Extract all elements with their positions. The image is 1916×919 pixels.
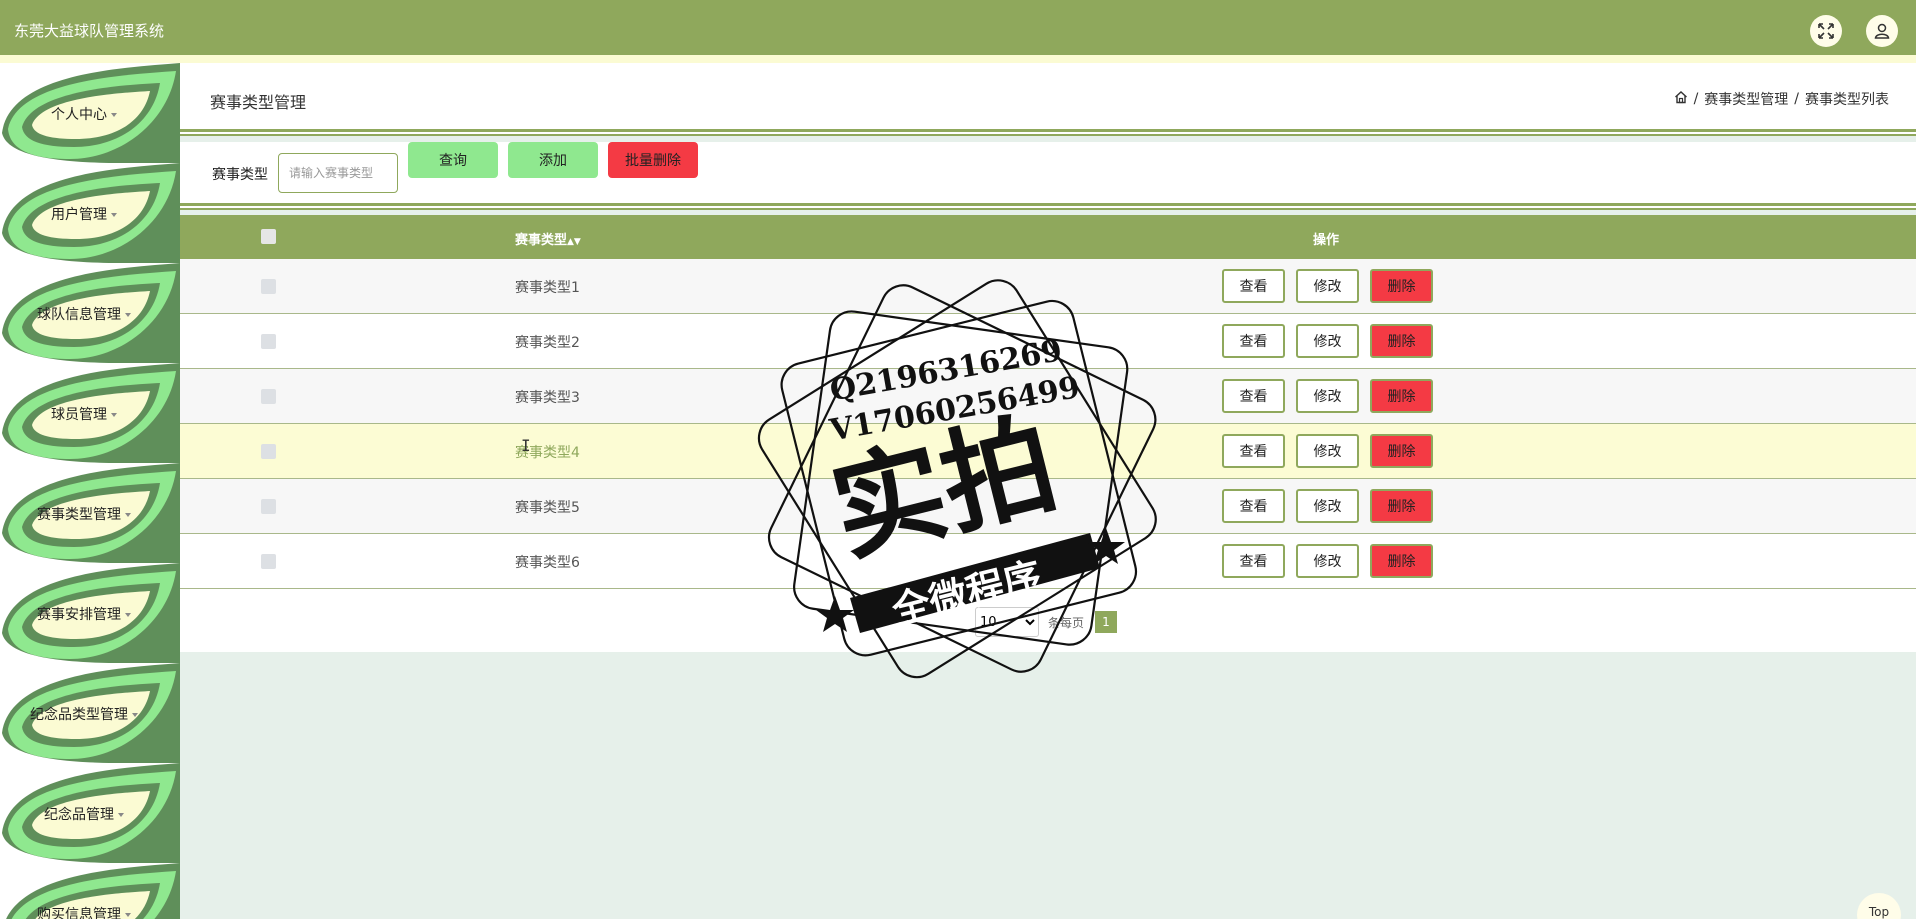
page-header: 赛事类型管理 / 赛事类型管理 / 赛事类型列表	[180, 63, 1916, 135]
page-number-current[interactable]: 1	[1095, 611, 1117, 633]
text-cursor-icon: I	[521, 436, 531, 455]
sidebar-item[interactable]: 个人中心	[0, 63, 180, 163]
search-input[interactable]	[278, 153, 398, 193]
edit-button[interactable]: 修改	[1296, 489, 1359, 523]
home-icon[interactable]	[1674, 90, 1688, 108]
edit-button[interactable]: 修改	[1296, 324, 1359, 358]
sidebar-item[interactable]: 购买信息管理	[0, 863, 180, 919]
row-checkbox[interactable]	[261, 279, 276, 294]
column-header-name[interactable]: 赛事类型▲▼	[515, 229, 581, 248]
add-button[interactable]: 添加	[508, 142, 598, 178]
edit-button[interactable]: 修改	[1296, 269, 1359, 303]
select-all-checkbox[interactable]	[261, 229, 276, 244]
caret-down-icon	[111, 413, 117, 417]
caret-down-icon	[132, 713, 138, 717]
sidebar-item-label: 赛事安排管理	[0, 604, 168, 624]
edit-button[interactable]: 修改	[1296, 544, 1359, 578]
cell-type-name: 赛事类型1	[515, 280, 580, 296]
table-header: 赛事类型▲▼ 操作	[180, 215, 1916, 259]
table-row: 赛事类型5 查看 修改 删除	[180, 479, 1916, 534]
delete-button[interactable]: 删除	[1370, 434, 1433, 468]
row-checkbox[interactable]	[261, 444, 276, 459]
table-row: 赛事类型3 查看 修改 删除	[180, 369, 1916, 424]
sidebar-item[interactable]: 赛事安排管理	[0, 563, 180, 663]
sidebar-item-label: 购买信息管理	[0, 904, 168, 919]
row-checkbox[interactable]	[261, 389, 276, 404]
caret-down-icon	[111, 113, 117, 117]
top-bar: 东莞大益球队管理系统	[0, 0, 1916, 63]
delete-button[interactable]: 删除	[1370, 269, 1433, 303]
table-row: 赛事类型1 查看 修改 删除	[180, 259, 1916, 314]
breadcrumb: / 赛事类型管理 / 赛事类型列表	[1674, 89, 1889, 109]
cell-type-name: 赛事类型2	[515, 335, 580, 351]
page-title: 赛事类型管理	[210, 93, 307, 112]
view-button[interactable]: 查看	[1222, 489, 1285, 523]
data-table: 赛事类型▲▼ 操作 赛事类型1 查看 修改 删除 赛事类型2 查看 修改 删除 赛事类型3 查看修…	[180, 215, 1916, 652]
sidebar-item[interactable]: 纪念品类型管理	[0, 663, 180, 763]
delete-button[interactable]: 删除	[1370, 379, 1433, 413]
caret-down-icon	[125, 313, 131, 317]
cell-type-name: 赛事类型3	[515, 390, 580, 406]
caret-down-icon	[111, 213, 117, 217]
edit-button[interactable]: 修改	[1296, 379, 1359, 413]
caret-down-icon	[118, 813, 124, 817]
row-checkbox[interactable]	[261, 499, 276, 514]
sidebar: 个人中心用户管理球队信息管理 球员管理赛事类型管理 赛事安排管理 纪念品类型管理 纪念品…	[0, 63, 180, 919]
breadcrumb-item: 赛事类型列表	[1805, 92, 1889, 108]
row-checkbox[interactable]	[261, 334, 276, 349]
sidebar-item[interactable]: 用户管理	[0, 163, 180, 263]
sidebar-item-label: 纪念品类型管理	[0, 704, 168, 724]
delete-button[interactable]: 删除	[1370, 324, 1433, 358]
sidebar-item-label: 球员管理	[0, 404, 168, 424]
user-icon[interactable]	[1866, 15, 1898, 47]
page-size-select[interactable]: 10	[975, 607, 1039, 637]
page-size-label: 条每页	[1048, 616, 1085, 630]
sidebar-item-label: 用户管理	[0, 204, 168, 224]
sidebar-item-label: 个人中心	[0, 104, 168, 124]
view-button[interactable]: 查看	[1222, 544, 1285, 578]
view-button[interactable]: 查看	[1222, 434, 1285, 468]
breadcrumb-separator: /	[1794, 91, 1799, 107]
cell-type-name: 赛事类型5	[515, 500, 580, 516]
sidebar-item[interactable]: 纪念品管理	[0, 763, 180, 863]
search-bar: 赛事类型 查询 添加 批量删除	[180, 142, 1916, 203]
breadcrumb-separator: /	[1693, 91, 1699, 107]
table-row: 赛事类型4 查看 修改 删除	[180, 424, 1916, 479]
sidebar-item[interactable]: 球员管理	[0, 363, 180, 463]
delete-button[interactable]: 删除	[1370, 489, 1433, 523]
caret-down-icon	[125, 613, 131, 617]
sidebar-item-label: 赛事类型管理	[0, 504, 168, 524]
sidebar-item-label: 纪念品管理	[0, 804, 168, 824]
sidebar-item[interactable]: 球队信息管理	[0, 263, 180, 363]
cell-type-name: 赛事类型6	[515, 555, 580, 571]
table-body: 赛事类型1 查看 修改 删除 赛事类型2 查看 修改 删除 赛事类型3 查看 修改 删除 赛事类型4 查看…	[180, 259, 1916, 589]
caret-down-icon	[125, 513, 131, 517]
breadcrumb-item[interactable]: 赛事类型管理	[1704, 89, 1788, 109]
divider	[180, 129, 1916, 136]
sidebar-item-label: 球队信息管理	[0, 304, 168, 324]
view-button[interactable]: 查看	[1222, 324, 1285, 358]
row-checkbox[interactable]	[261, 554, 276, 569]
view-button[interactable]: 查看	[1222, 379, 1285, 413]
delete-button[interactable]: 删除	[1370, 544, 1433, 578]
sidebar-item[interactable]: 赛事类型管理	[0, 463, 180, 563]
batch-delete-button[interactable]: 批量删除	[608, 142, 698, 178]
caret-down-icon	[125, 913, 131, 917]
fullscreen-icon[interactable]	[1810, 15, 1842, 47]
column-header-actions: 操作	[1313, 233, 1340, 248]
edit-button[interactable]: 修改	[1296, 434, 1359, 468]
view-button[interactable]: 查看	[1222, 269, 1285, 303]
search-label: 赛事类型	[212, 167, 268, 183]
table-row: 赛事类型2 查看 修改 删除	[180, 314, 1916, 369]
table-row: 赛事类型6 查看 修改 删除	[180, 534, 1916, 589]
main-content: 赛事类型管理 / 赛事类型管理 / 赛事类型列表 赛事类型 查询 添加 批量删除…	[180, 63, 1916, 919]
divider	[180, 203, 1916, 210]
pagination: 10 条每页 1	[180, 589, 1916, 652]
app-title: 东莞大益球队管理系统	[14, 22, 165, 40]
sort-icon[interactable]: ▲▼	[567, 237, 581, 247]
query-button[interactable]: 查询	[408, 142, 498, 178]
